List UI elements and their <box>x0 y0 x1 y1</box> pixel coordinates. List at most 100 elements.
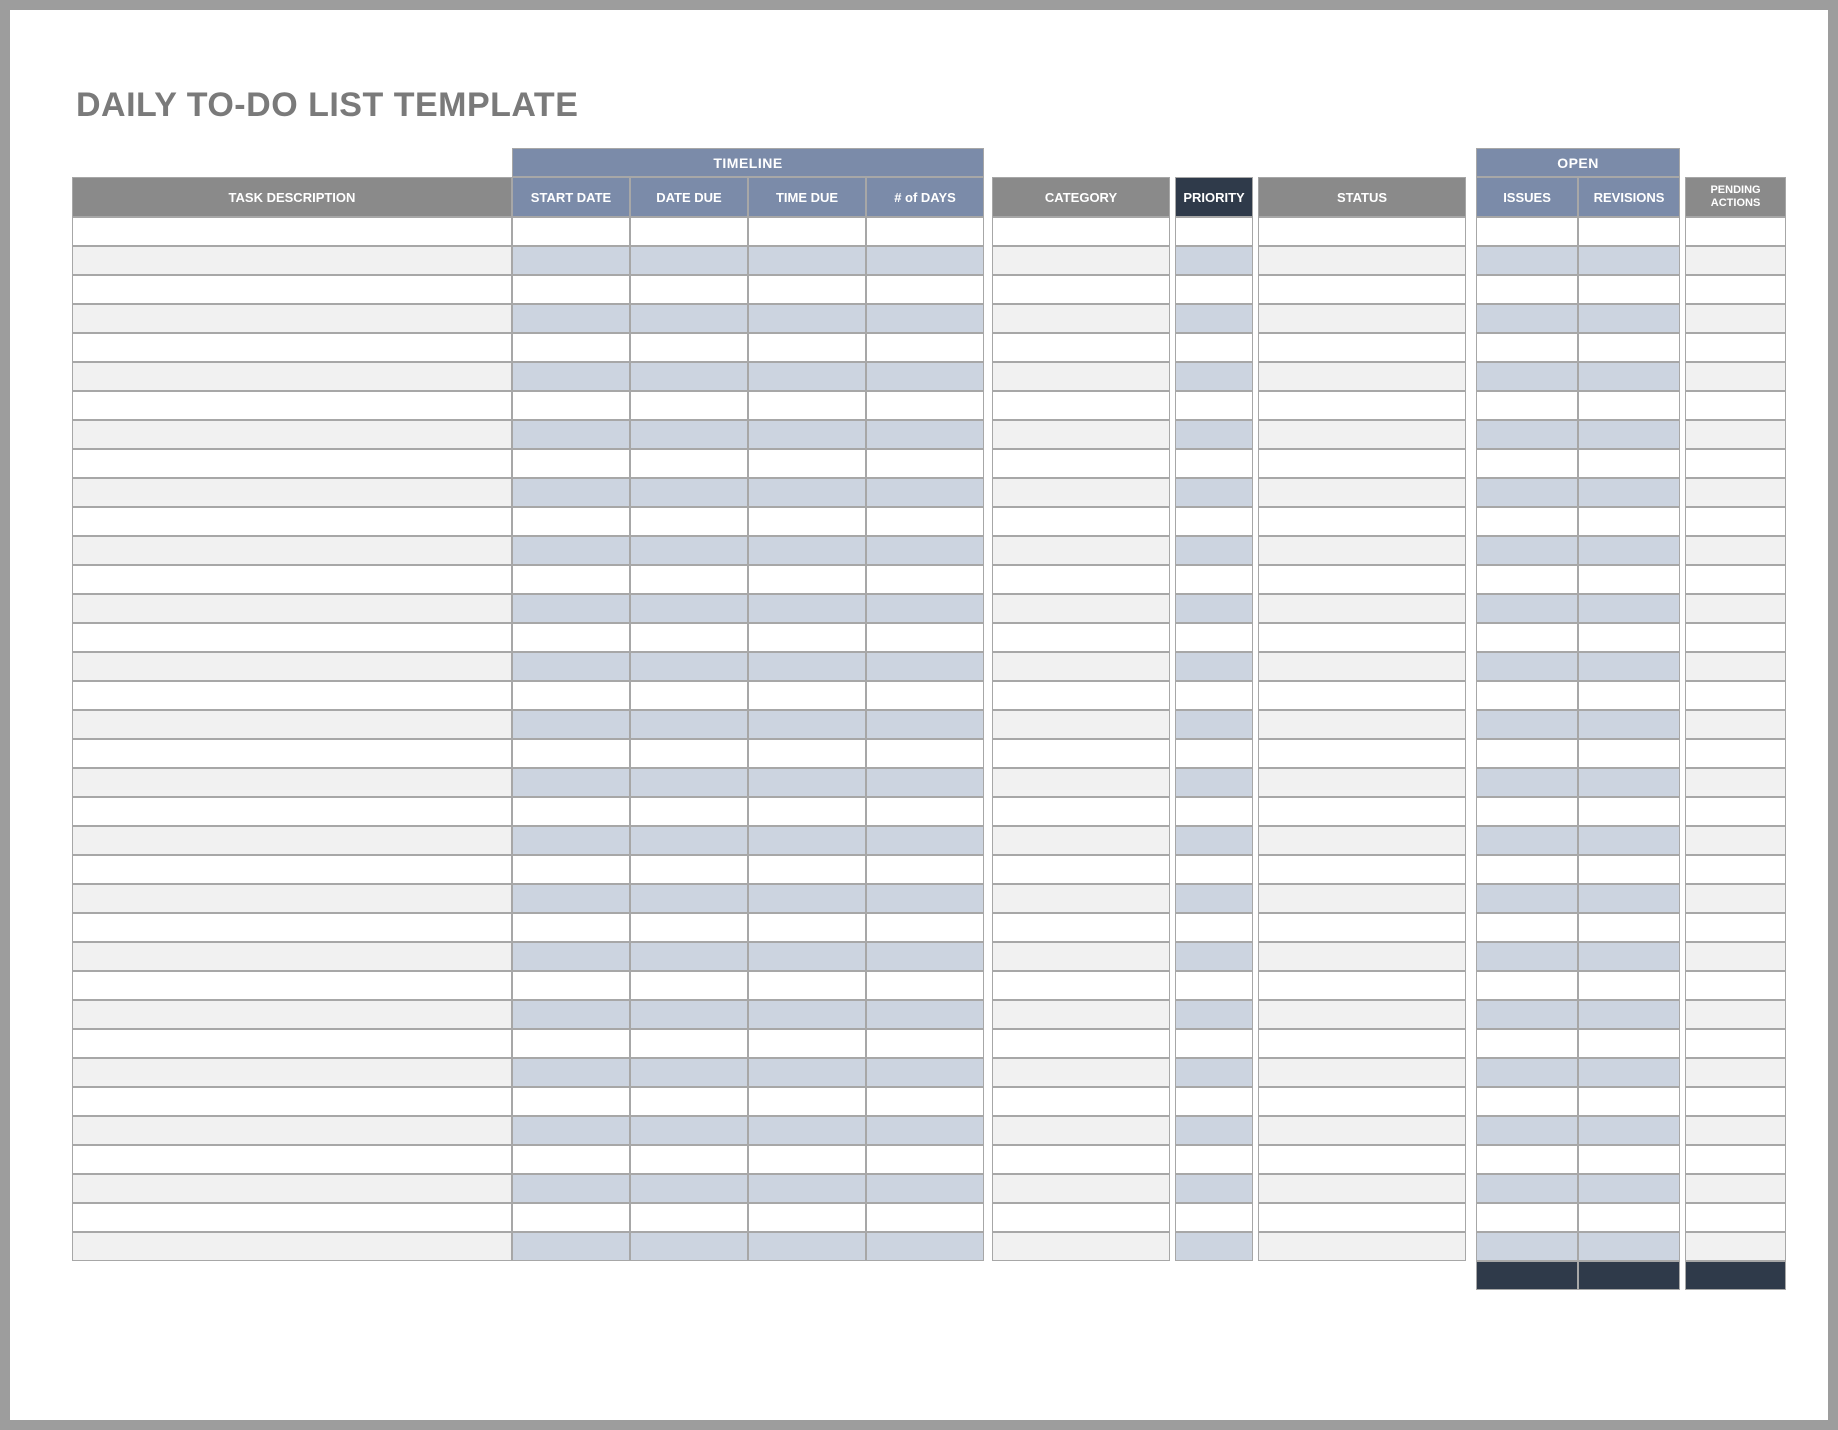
cell[interactable] <box>1175 565 1253 594</box>
cell[interactable] <box>1685 1087 1786 1116</box>
cell[interactable] <box>630 362 748 391</box>
cell[interactable] <box>1685 826 1786 855</box>
cell[interactable] <box>992 1232 1170 1261</box>
cell[interactable] <box>1578 739 1680 768</box>
cell[interactable] <box>1476 681 1578 710</box>
cell[interactable] <box>748 710 866 739</box>
cell[interactable] <box>1258 304 1466 333</box>
cell[interactable] <box>1175 1087 1253 1116</box>
cell[interactable] <box>1258 594 1466 623</box>
cell[interactable] <box>1476 1058 1578 1087</box>
cell[interactable] <box>1258 1116 1466 1145</box>
cell[interactable] <box>1578 1058 1680 1087</box>
cell[interactable] <box>1258 420 1466 449</box>
cell[interactable] <box>1685 507 1786 536</box>
cell[interactable] <box>512 507 630 536</box>
cell[interactable] <box>1175 304 1253 333</box>
cell[interactable] <box>1175 739 1253 768</box>
cell[interactable] <box>1685 1116 1786 1145</box>
cell[interactable] <box>72 246 512 275</box>
cell[interactable] <box>1685 1058 1786 1087</box>
cell[interactable] <box>512 449 630 478</box>
cell[interactable] <box>1578 710 1680 739</box>
cell[interactable] <box>1476 971 1578 1000</box>
cell[interactable] <box>1685 739 1786 768</box>
cell[interactable] <box>1685 710 1786 739</box>
cell[interactable] <box>1685 565 1786 594</box>
cell[interactable] <box>992 565 1170 594</box>
cell[interactable] <box>1175 681 1253 710</box>
cell[interactable] <box>1578 246 1680 275</box>
cell[interactable] <box>1258 536 1466 565</box>
cell[interactable] <box>866 971 984 1000</box>
cell[interactable] <box>1685 275 1786 304</box>
cell[interactable] <box>866 1203 984 1232</box>
cell[interactable] <box>72 536 512 565</box>
cell[interactable] <box>1258 913 1466 942</box>
cell[interactable] <box>866 594 984 623</box>
cell[interactable] <box>748 478 866 507</box>
cell[interactable] <box>992 507 1170 536</box>
cell[interactable] <box>1476 884 1578 913</box>
cell[interactable] <box>866 884 984 913</box>
cell[interactable] <box>512 1174 630 1203</box>
cell[interactable] <box>748 942 866 971</box>
cell[interactable] <box>512 681 630 710</box>
cell[interactable] <box>1258 246 1466 275</box>
cell[interactable] <box>1175 623 1253 652</box>
cell[interactable] <box>630 1058 748 1087</box>
cell[interactable] <box>866 304 984 333</box>
cell[interactable] <box>72 478 512 507</box>
cell[interactable] <box>630 710 748 739</box>
cell[interactable] <box>1685 884 1786 913</box>
cell[interactable] <box>992 623 1170 652</box>
cell[interactable] <box>512 739 630 768</box>
cell[interactable] <box>630 391 748 420</box>
cell[interactable] <box>512 768 630 797</box>
cell[interactable] <box>72 884 512 913</box>
cell[interactable] <box>992 1087 1170 1116</box>
cell[interactable] <box>1476 275 1578 304</box>
cell[interactable] <box>1175 275 1253 304</box>
cell[interactable] <box>748 652 866 681</box>
cell[interactable] <box>1476 594 1578 623</box>
cell[interactable] <box>748 246 866 275</box>
cell[interactable] <box>748 1087 866 1116</box>
cell[interactable] <box>1476 217 1578 246</box>
cell[interactable] <box>512 246 630 275</box>
cell[interactable] <box>1578 275 1680 304</box>
cell[interactable] <box>72 217 512 246</box>
cell[interactable] <box>1258 507 1466 536</box>
cell[interactable] <box>866 391 984 420</box>
cell[interactable] <box>866 913 984 942</box>
cell[interactable] <box>512 1232 630 1261</box>
cell[interactable] <box>1258 652 1466 681</box>
cell[interactable] <box>1258 971 1466 1000</box>
cell[interactable] <box>1175 1145 1253 1174</box>
cell[interactable] <box>630 971 748 1000</box>
cell[interactable] <box>630 855 748 884</box>
cell[interactable] <box>72 1145 512 1174</box>
cell[interactable] <box>1175 971 1253 1000</box>
cell[interactable] <box>1476 1116 1578 1145</box>
cell[interactable] <box>992 1174 1170 1203</box>
cell[interactable] <box>866 275 984 304</box>
cell[interactable] <box>1476 565 1578 594</box>
cell[interactable] <box>992 971 1170 1000</box>
cell[interactable] <box>748 333 866 362</box>
cell[interactable] <box>1258 623 1466 652</box>
cell[interactable] <box>1258 855 1466 884</box>
cell[interactable] <box>512 420 630 449</box>
cell[interactable] <box>1476 623 1578 652</box>
cell[interactable] <box>512 478 630 507</box>
cell[interactable] <box>1258 275 1466 304</box>
cell[interactable] <box>512 594 630 623</box>
cell[interactable] <box>1476 826 1578 855</box>
cell[interactable] <box>748 594 866 623</box>
cell[interactable] <box>630 942 748 971</box>
cell[interactable] <box>1685 536 1786 565</box>
cell[interactable] <box>1175 855 1253 884</box>
cell[interactable] <box>992 884 1170 913</box>
cell[interactable] <box>866 942 984 971</box>
cell[interactable] <box>630 1000 748 1029</box>
